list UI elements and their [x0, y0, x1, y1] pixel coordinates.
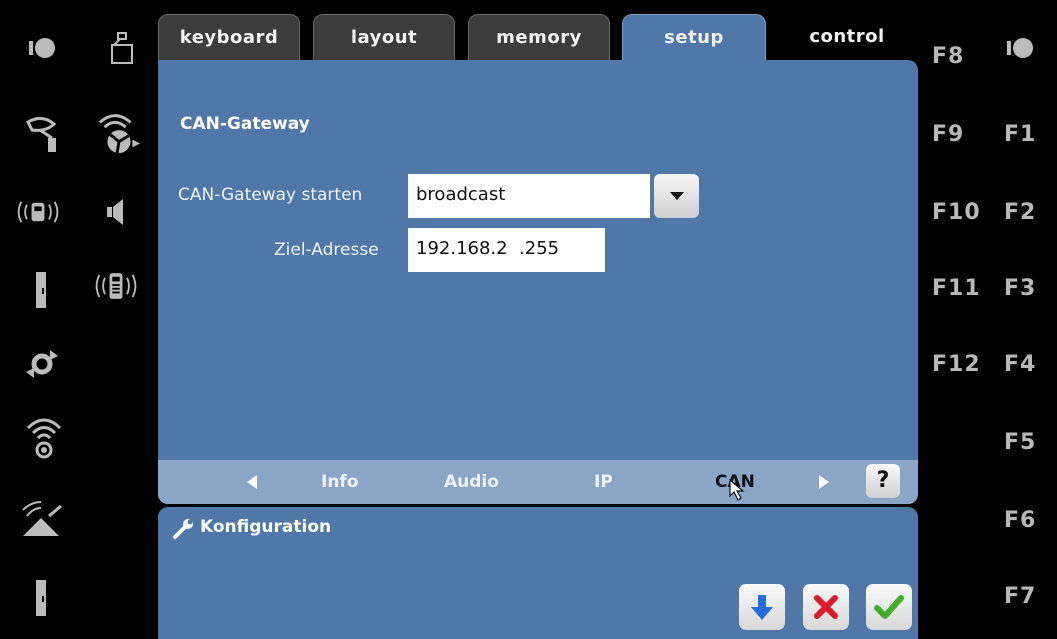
- tab-layout[interactable]: layout: [313, 14, 455, 62]
- signal-dish-icon[interactable]: [18, 494, 66, 542]
- wireless-icon[interactable]: [20, 412, 68, 460]
- save-down-button[interactable]: [739, 584, 785, 630]
- tab-keyboard[interactable]: keyboard: [158, 14, 300, 62]
- bell-icon[interactable]: [98, 24, 146, 72]
- section-title: CAN-Gateway: [180, 114, 310, 134]
- f2-key[interactable]: F2: [1004, 200, 1036, 225]
- radio-loco-icon[interactable]: [14, 188, 62, 236]
- door-icon[interactable]: [18, 574, 66, 622]
- close-icon: [814, 595, 838, 619]
- tab-setup[interactable]: setup: [622, 14, 766, 64]
- rotate-icon[interactable]: [18, 340, 66, 388]
- cursor-icon: [728, 478, 750, 506]
- target-address-field[interactable]: 192.168.2 .255: [408, 228, 605, 272]
- tab-memory[interactable]: memory: [468, 14, 610, 62]
- gateway-start-label: CAN-Gateway starten: [178, 185, 363, 205]
- f3-key[interactable]: F3: [1004, 276, 1036, 301]
- f1-key[interactable]: F1: [1004, 122, 1036, 147]
- light-icon[interactable]: [996, 24, 1044, 72]
- f11-key[interactable]: F11: [932, 276, 981, 301]
- f10-key[interactable]: F10: [932, 200, 981, 225]
- target-address-label: Ziel-Adresse: [274, 240, 379, 260]
- confirm-button[interactable]: [866, 584, 912, 630]
- cancel-button[interactable]: [803, 584, 849, 630]
- signal-horn-icon[interactable]: [18, 110, 66, 158]
- wireless-fan-icon[interactable]: [94, 108, 142, 156]
- speaker-icon[interactable]: [92, 188, 140, 236]
- config-title: Konfiguration: [200, 517, 332, 537]
- help-button[interactable]: ?: [866, 464, 900, 498]
- f7-key[interactable]: F7: [1004, 584, 1036, 609]
- chevron-down-icon: [669, 192, 684, 200]
- subtab-ip[interactable]: IP: [594, 472, 613, 492]
- check-icon: [874, 595, 904, 619]
- f6-key[interactable]: F6: [1004, 508, 1036, 533]
- light-icon[interactable]: [18, 24, 66, 72]
- f12-key[interactable]: F12: [932, 352, 981, 377]
- f8-key[interactable]: F8: [932, 44, 964, 69]
- wrench-icon: [172, 518, 194, 544]
- door-icon[interactable]: [18, 266, 66, 314]
- dropdown-button[interactable]: [654, 174, 699, 218]
- f5-key[interactable]: F5: [1004, 430, 1036, 455]
- tab-control[interactable]: control: [776, 14, 918, 62]
- subtab-audio[interactable]: Audio: [444, 472, 499, 492]
- subnav-bar: [158, 460, 918, 504]
- f9-key[interactable]: F9: [932, 122, 964, 147]
- f4-key[interactable]: F4: [1004, 352, 1036, 377]
- subnav-next-icon[interactable]: [818, 474, 830, 494]
- subnav-prev-icon[interactable]: [246, 474, 258, 494]
- subtab-info[interactable]: Info: [321, 472, 359, 492]
- gateway-start-select[interactable]: broadcast: [408, 174, 650, 218]
- radio-phone-icon[interactable]: [92, 262, 140, 310]
- arrow-down-icon: [751, 595, 773, 620]
